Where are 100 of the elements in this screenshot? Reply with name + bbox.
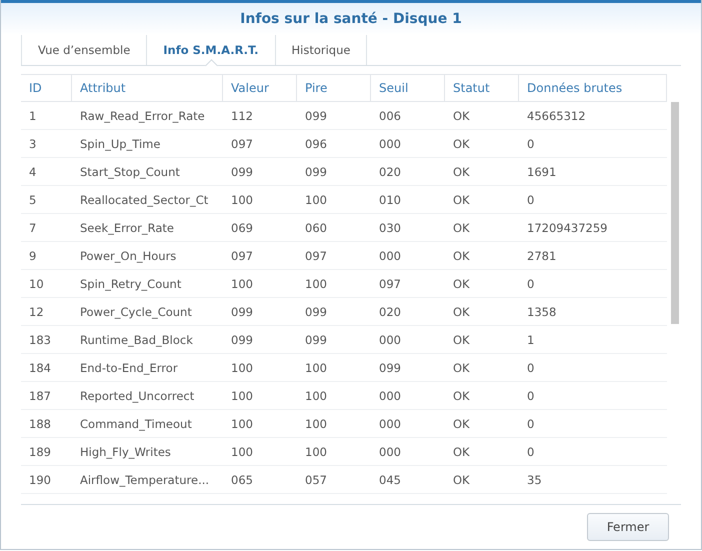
table-cell-text: Spin_Up_Time — [79, 136, 162, 153]
table-cell-text: 099 — [378, 360, 402, 376]
table-cell-text: OK — [452, 108, 471, 124]
table-cell-text: 188 — [28, 416, 52, 432]
table-cell-text: 100 — [304, 444, 328, 460]
table-cell-text: 0 — [526, 192, 536, 208]
table-cell-text: 099 — [304, 108, 328, 124]
table-cell-text: 096 — [304, 136, 328, 152]
table-cell-text: OK — [452, 136, 471, 152]
table-cell-text: 7 — [28, 220, 38, 236]
table-cell-text: 100 — [230, 276, 254, 292]
column-header[interactable]: ID — [21, 75, 72, 101]
table-cell-text: 100 — [304, 360, 328, 376]
table-cell-text: 099 — [230, 332, 254, 348]
table-cell-text: 17209437259 — [526, 220, 608, 236]
column-header[interactable]: Attribut — [72, 75, 223, 101]
table-cell-text: 097 — [230, 248, 254, 264]
table-cell-text: 000 — [378, 416, 402, 432]
table-cell-text: 100 — [230, 388, 254, 404]
table-cell-text: OK — [452, 388, 471, 404]
table-cell-text: 112 — [230, 108, 254, 124]
table-cell-text: 100 — [230, 192, 254, 208]
table-cell-text: 097 — [230, 136, 254, 152]
table-cell-text: 9 — [28, 248, 38, 264]
table-cell-text: Runtime_Bad_Block — [79, 332, 194, 349]
table-cell-text: 187 — [28, 388, 52, 404]
table-cell-text: OK — [452, 192, 471, 208]
close-button[interactable]: Fermer — [587, 513, 669, 541]
table-cell-text: Reported_Uncorrect — [79, 388, 196, 405]
table-cell-text: 1358 — [526, 304, 558, 320]
table-cell-text: 100 — [304, 388, 328, 404]
table-cell-text: OK — [452, 444, 471, 460]
column-header[interactable]: Données brutes — [519, 75, 667, 101]
table-cell-text: 000 — [378, 388, 402, 404]
table-cell-text: 35 — [526, 472, 543, 488]
table-cell-text: 099 — [304, 304, 328, 320]
table-cell-text: 100 — [230, 360, 254, 376]
column-header[interactable]: Seuil — [371, 75, 445, 101]
table-cell-text: 020 — [378, 164, 402, 180]
table-cell-text: OK — [452, 276, 471, 292]
table-cell-text: 000 — [378, 332, 402, 348]
tab[interactable]: Vue d’ensemble — [21, 35, 146, 65]
table-cell-text: 0 — [526, 136, 536, 152]
table-cell-text: 010 — [378, 192, 402, 208]
table-cell-text: 5 — [28, 192, 38, 208]
table-cell-text: 099 — [304, 332, 328, 348]
table-cell-text: 0 — [526, 416, 536, 432]
table-cell-text: Seek_Error_Rate — [79, 220, 176, 237]
table-cell-text: 100 — [304, 416, 328, 432]
table-cell-text: 057 — [304, 472, 328, 488]
table-cell-text: OK — [452, 416, 471, 432]
table-cell-text: 0 — [526, 388, 536, 404]
table-cell-text: 069 — [230, 220, 254, 236]
table-cell-text: OK — [452, 304, 471, 320]
table-cell-text: 006 — [378, 108, 402, 124]
table-cell-text: 1 — [28, 108, 38, 124]
table-cell-text: 000 — [378, 136, 402, 152]
table-cell-text: Power_Cycle_Count — [79, 304, 193, 321]
table-cell-text: 0 — [526, 360, 536, 376]
table-cell-text: 000 — [378, 248, 402, 264]
table-cell-text: 099 — [230, 164, 254, 180]
table-cell-text: 020 — [378, 304, 402, 320]
table-cell-text: Reallocated_Sector_Ct — [79, 192, 210, 209]
column-header[interactable]: Pire — [297, 75, 371, 101]
table-cell-text: 100 — [304, 276, 328, 292]
tab[interactable]: Historique — [274, 35, 368, 65]
table-cell-text: OK — [452, 164, 471, 180]
table-cell-text: 065 — [230, 472, 254, 488]
table-cell-text: 2781 — [526, 248, 558, 264]
table-cell-text: 1 — [526, 332, 536, 348]
column-header[interactable]: Statut — [445, 75, 519, 101]
table-cell-text: 12 — [28, 304, 45, 320]
table-cell-text: 060 — [304, 220, 328, 236]
table-cell-text: 0 — [526, 444, 536, 460]
table-cell-text: Start_Stop_Count — [79, 164, 181, 181]
table-cell-text: 099 — [304, 164, 328, 180]
table-cell-text: 184 — [28, 360, 52, 376]
table-cell-text: OK — [452, 472, 471, 488]
table-cell-text: 10 — [28, 276, 45, 292]
table-cell-text: Command_Timeout — [79, 416, 193, 433]
table-cell-text: 097 — [378, 276, 402, 292]
table-cell-text: 000 — [378, 444, 402, 460]
table-cell-text: Airflow_Temperature... — [79, 472, 210, 489]
table-cell-text: 0 — [526, 276, 536, 292]
window-title: Infos sur la santé - Disque 1 — [240, 11, 462, 27]
table-cell-text: 097 — [304, 248, 328, 264]
table-cell-text: Spin_Retry_Count — [79, 276, 182, 293]
table-cell-text: 183 — [28, 332, 52, 348]
table-cell-text: 100 — [230, 416, 254, 432]
table-cell-text: High_Fly_Writes — [79, 444, 172, 461]
column-header[interactable]: Valeur — [223, 75, 297, 101]
table-cell-text: OK — [452, 220, 471, 236]
scrollbar-thumb[interactable] — [671, 102, 679, 324]
table-cell-text: 4 — [28, 164, 38, 180]
table-cell-text: OK — [452, 360, 471, 376]
table-cell-text: 189 — [28, 444, 52, 460]
table-cell-text: Power_On_Hours — [79, 248, 178, 265]
table-cell-text: End-to-End_Error — [79, 360, 179, 377]
table-cell-text: 099 — [230, 304, 254, 320]
table-cell-text: 030 — [378, 220, 402, 236]
